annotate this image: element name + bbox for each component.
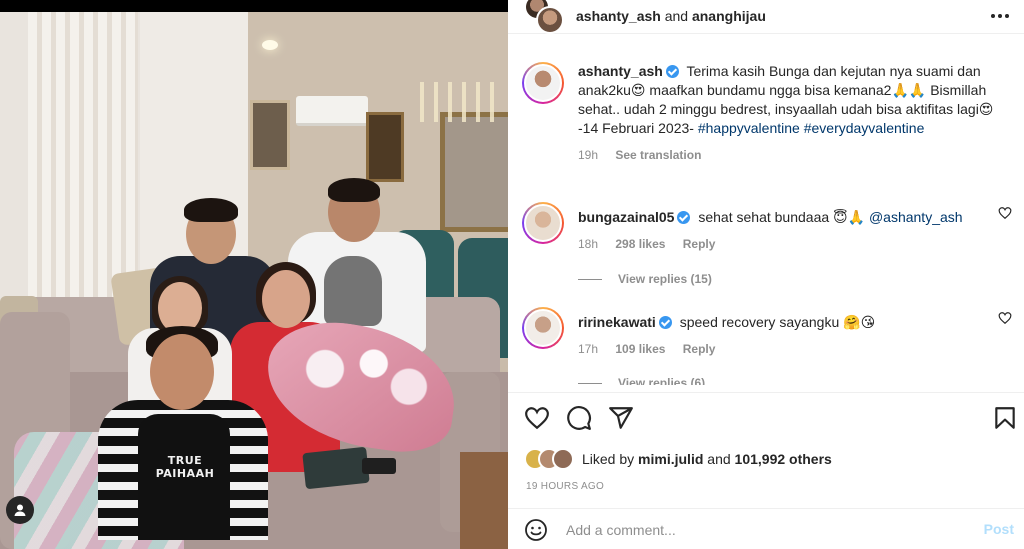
comment-username[interactable]: ririnekawati xyxy=(578,314,656,330)
post-authors: ashanty_ash and ananghijau xyxy=(576,8,766,24)
verified-badge-icon xyxy=(665,65,679,78)
hashtag[interactable]: #happyvalentine xyxy=(698,120,800,136)
verified-badge-icon xyxy=(677,211,691,224)
verified-badge-icon xyxy=(658,316,672,329)
comment-text: speed recovery sayangku 🤗😘 xyxy=(679,314,876,330)
curtain xyxy=(28,12,138,312)
avatar[interactable] xyxy=(552,448,574,470)
post-side-panel: ashanty_ash and ananghijau ashanty_ash T… xyxy=(508,0,1024,549)
heart-icon[interactable] xyxy=(524,405,550,431)
wall-frame xyxy=(250,100,290,170)
user-icon xyxy=(14,504,26,516)
hashtag[interactable]: #everydayvalentine xyxy=(804,120,925,136)
likes-others-link[interactable]: 101,992 others xyxy=(735,451,832,467)
comment-text: sehat sehat bundaaa 😇🙏 xyxy=(698,209,866,225)
comment-username[interactable]: bungazainal05 xyxy=(578,209,674,225)
comment-input[interactable] xyxy=(566,519,946,541)
collab-avatars[interactable] xyxy=(524,0,564,34)
wood-floor xyxy=(460,452,508,549)
chandelier xyxy=(420,82,500,122)
collaborator-username[interactable]: ananghijau xyxy=(692,8,766,24)
more-horizontal-icon xyxy=(991,14,995,18)
avatar[interactable] xyxy=(522,202,564,244)
liker-username[interactable]: mimi.julid xyxy=(638,451,703,467)
avatar[interactable] xyxy=(522,307,564,349)
bookmark-icon[interactable] xyxy=(992,405,1018,431)
comment-likes[interactable]: 109 likes xyxy=(615,342,665,356)
shirt-text: TRUE PAIHAAH xyxy=(155,454,215,480)
mirror xyxy=(440,112,508,232)
likes-connector: and xyxy=(707,451,731,467)
air-conditioner xyxy=(296,96,368,126)
heart-icon[interactable] xyxy=(998,206,1012,220)
post-header: ashanty_ash and ananghijau xyxy=(508,0,1024,34)
add-comment-bar: Post xyxy=(508,508,1024,549)
liker-avatars[interactable] xyxy=(524,448,584,472)
comment-age[interactable]: 17h xyxy=(578,342,598,356)
reply-button[interactable]: Reply xyxy=(683,237,716,251)
comment-icon[interactable] xyxy=(566,405,592,431)
reply-button[interactable]: Reply xyxy=(683,342,716,356)
more-dot xyxy=(1005,14,1009,18)
gift-box xyxy=(302,446,370,490)
ceiling-light xyxy=(262,40,278,50)
heart-icon[interactable] xyxy=(998,311,1012,325)
comment-likes[interactable]: 298 likes xyxy=(615,237,665,251)
avatar[interactable] xyxy=(522,62,564,104)
wall-painting xyxy=(366,112,404,182)
more-options-button[interactable] xyxy=(988,6,1012,26)
post-photo[interactable]: TRUE PAIHAAH xyxy=(0,0,508,549)
emoji-icon[interactable] xyxy=(524,518,548,542)
see-translation-button[interactable]: See translation xyxy=(615,148,701,162)
likes-prefix: Liked by xyxy=(582,451,635,467)
more-dot xyxy=(998,14,1002,18)
mention[interactable]: @ashanty_ash xyxy=(869,209,963,225)
view-replies-button[interactable]: View replies (6) xyxy=(578,376,705,385)
post-actions xyxy=(508,392,1024,444)
person-boy: TRUE PAIHAAH xyxy=(98,326,270,549)
family-photo-scene: TRUE PAIHAAH xyxy=(0,12,508,549)
user-tags-button[interactable] xyxy=(6,496,34,524)
comments-list[interactable]: ashanty_ash Terima kasih Bunga dan kejut… xyxy=(508,35,1024,385)
caption-age[interactable]: 19h xyxy=(578,148,598,162)
author-connector: and xyxy=(664,8,689,24)
caption-username[interactable]: ashanty_ash xyxy=(578,63,663,79)
avatar[interactable] xyxy=(536,6,564,34)
view-replies-button[interactable]: View replies (15) xyxy=(578,272,712,286)
phone xyxy=(362,458,396,474)
author-username[interactable]: ashanty_ash xyxy=(576,8,661,24)
post-timestamp[interactable]: 19 HOURS AGO xyxy=(526,481,604,492)
paper-plane-icon[interactable] xyxy=(608,405,634,431)
post-comment-button[interactable]: Post xyxy=(984,521,1014,537)
comment-age[interactable]: 18h xyxy=(578,237,598,251)
